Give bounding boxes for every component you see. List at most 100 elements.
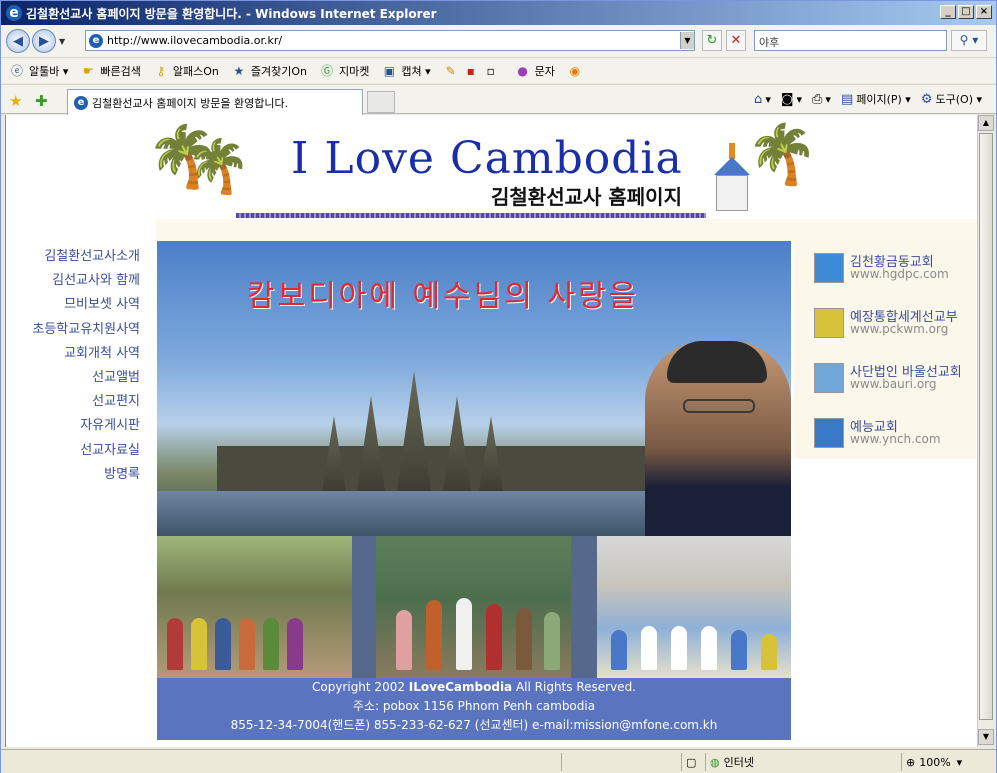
photo-divider bbox=[352, 536, 376, 678]
back-arrow-icon: ◀ bbox=[13, 33, 23, 49]
home-icon: ⌂ bbox=[754, 91, 763, 107]
angkor-temple-image bbox=[217, 356, 647, 491]
nav-item-together[interactable]: 김선교사와 함께 bbox=[6, 269, 140, 293]
refresh-button[interactable]: ↻ bbox=[702, 30, 722, 51]
link-ynch[interactable]: 예능교회 www.ynch.com bbox=[814, 414, 974, 454]
toolbar-item-altoolbar[interactable]: ⓔ 알툴바 ▾ bbox=[9, 63, 68, 79]
site-title: I Love Cambodia bbox=[291, 133, 683, 184]
child-figure bbox=[456, 598, 472, 670]
status-progress bbox=[561, 753, 681, 771]
toolbar-item-gmarket[interactable]: Ⓖ 지마켓 bbox=[319, 63, 369, 79]
history-dropdown-icon[interactable]: ▼ bbox=[59, 37, 65, 46]
child-figure bbox=[701, 626, 717, 670]
scroll-down-icon[interactable]: ▼ bbox=[978, 729, 994, 745]
photo-divider bbox=[571, 536, 597, 678]
nav-item-album[interactable]: 선교앨범 bbox=[6, 366, 140, 390]
nav-item-archive[interactable]: 선교자료실 bbox=[6, 439, 140, 463]
church-icon bbox=[706, 143, 756, 213]
scroll-thumb[interactable] bbox=[979, 133, 993, 720]
page-menu-button[interactable]: ▤ 페이지(P) ▾ bbox=[841, 91, 911, 107]
capture-icon: ▣ bbox=[383, 63, 396, 78]
site-footer: Copyright 2002 ILoveCambodia All Rights … bbox=[157, 678, 791, 740]
classroom-photo bbox=[597, 536, 791, 678]
contact-line[interactable]: 855-12-34-7004(핸드폰) 855-233-62-627 (선교센터… bbox=[157, 716, 791, 735]
window-controls: _ □ × bbox=[940, 5, 992, 19]
temple-tower bbox=[443, 396, 471, 491]
church-body bbox=[716, 175, 748, 211]
rss-icon: ◙ bbox=[780, 91, 794, 107]
child-figure bbox=[215, 618, 231, 670]
brush-icon: ✎ bbox=[445, 63, 456, 78]
hero-image: 캄보디아에 예수님의 사랑을 bbox=[157, 241, 791, 536]
site-header-banner: 🌴 🌴 🌴 I Love Cambodia 김철환선교사 홈페이지 bbox=[146, 121, 818, 219]
home-button[interactable]: ⌂ ▾ bbox=[754, 92, 771, 107]
nav-item-guestbook[interactable]: 방명록 bbox=[6, 463, 140, 487]
address-dropdown-icon[interactable]: ▼ bbox=[680, 32, 694, 49]
link-thumbnail-icon bbox=[814, 253, 844, 283]
nav-item-mvbs-ministry[interactable]: 므비보셋 사역 bbox=[6, 293, 140, 317]
tab-bar: ★ ✚ e 김철환선교사 홈페이지 방문을 환영합니다. ⌂ ▾ ◙ ▾ ⎙ ▾ ▤ 페… bbox=[1, 84, 996, 115]
nav-item-letters[interactable]: 선교편지 bbox=[6, 390, 140, 414]
maximize-button[interactable]: □ bbox=[958, 5, 974, 19]
toolbar-item-options[interactable]: ◉ bbox=[567, 63, 587, 79]
nav-item-board[interactable]: 자유게시판 bbox=[6, 414, 140, 438]
link-bauri[interactable]: 사단법인 바울선교회 www.bauri.org bbox=[814, 359, 974, 399]
zoom-dropdown-icon[interactable]: ▾ bbox=[957, 756, 963, 769]
favorites-star-icon[interactable]: ★ bbox=[9, 92, 22, 110]
close-button[interactable]: × bbox=[976, 5, 992, 19]
toolbar-item-message[interactable]: ● 문자 bbox=[515, 63, 555, 79]
page-viewport: 🌴 🌴 🌴 I Love Cambodia 김철환선교사 홈페이지 김철환선교사… bbox=[5, 115, 977, 747]
child-figure bbox=[239, 618, 255, 670]
scroll-up-icon[interactable]: ▲ bbox=[978, 115, 994, 131]
address-bar[interactable]: e http://www.ilovecambodia.or.kr/ ▼ bbox=[85, 30, 695, 51]
print-button[interactable]: ⎙ ▾ bbox=[812, 92, 831, 107]
search-icon: ⚲ ▾ bbox=[959, 33, 979, 47]
new-tab-button[interactable] bbox=[367, 91, 395, 113]
zoom-icon: ⊕ bbox=[906, 755, 916, 769]
tools-menu-button[interactable]: ⚙ 도구(O) ▾ bbox=[921, 91, 982, 107]
toolbar-item-alpass[interactable]: ⚷ 알패스On bbox=[153, 63, 218, 79]
tab-active[interactable]: e 김철환선교사 홈페이지 방문을 환영합니다. bbox=[67, 89, 363, 115]
child-figure bbox=[396, 610, 412, 670]
refresh-icon: ↻ bbox=[706, 33, 718, 48]
minimize-button[interactable]: _ bbox=[940, 5, 956, 19]
toolbar-item-favorites-on[interactable]: ★ 즐겨찾기On bbox=[231, 63, 307, 79]
nav-item-church-planting[interactable]: 교회개척 사역 bbox=[6, 342, 140, 366]
links-toolbar: ⓔ 알툴바 ▾ ☛ 빠른검색 ⚷ 알패스On ★ 즐겨찾기On Ⓖ 지마켓 ▣ 캡쳐 ▾ ✎… bbox=[1, 57, 996, 83]
search-button[interactable]: ⚲ ▾ bbox=[951, 30, 987, 51]
stop-button[interactable]: ✕ bbox=[726, 30, 746, 51]
add-favorites-icon[interactable]: ✚ bbox=[35, 92, 48, 110]
child-figure bbox=[486, 604, 502, 670]
search-input[interactable]: 야후 bbox=[754, 30, 947, 51]
site-nav: 김철환선교사소개 김선교사와 함께 므비보셋 사역 초등학교유치원사역 교회개척… bbox=[6, 245, 140, 487]
site-subtitle: 김철환선교사 홈페이지 bbox=[491, 185, 682, 209]
zoom-control[interactable]: ⊕ 100% ▾ bbox=[901, 753, 994, 771]
header-divider bbox=[236, 213, 706, 218]
link-thumbnail-icon bbox=[814, 418, 844, 448]
copyright-line: Copyright 2002 ILoveCambodia All Rights … bbox=[311, 680, 636, 694]
save-icon: ▫ bbox=[486, 63, 495, 78]
star-icon: ★ bbox=[233, 63, 245, 78]
hero-caption: 캄보디아에 예수님의 사랑을 bbox=[247, 279, 640, 314]
toolbar-item-tools[interactable]: ✎ ▪ ▫ bbox=[443, 63, 503, 79]
toolbar-item-capture[interactable]: ▣ 캡쳐 ▾ bbox=[381, 63, 431, 79]
child-figure bbox=[167, 618, 183, 670]
toolbar-item-quick-search[interactable]: ☛ 빠른검색 bbox=[80, 63, 141, 79]
link-hgdpc[interactable]: 김천황금동교회 www.hgdpc.com bbox=[814, 249, 974, 289]
address-line: 주소: pobox 1156 Phnom Penh cambodia bbox=[352, 699, 596, 713]
title-bar: e 김철환선교사 홈페이지 방문을 환영합니다. - Windows Inter… bbox=[1, 1, 996, 25]
nav-item-school-ministry[interactable]: 초등학교유치원사역 bbox=[6, 318, 140, 342]
nav-item-intro[interactable]: 김철환선교사소개 bbox=[6, 245, 140, 269]
palm-tree-icon: 🌴 bbox=[186, 137, 251, 197]
link-pckwm[interactable]: 예장통합세계선교부 www.pckwm.org bbox=[814, 304, 974, 344]
missionary-portrait bbox=[645, 341, 791, 536]
status-zone: ◍ 인터넷 bbox=[705, 753, 901, 771]
forward-button[interactable]: ▶ bbox=[32, 29, 56, 53]
globe-icon: ◍ bbox=[710, 755, 720, 769]
feeds-button[interactable]: ◙ ▾ bbox=[781, 92, 802, 107]
temple-tower bbox=[357, 396, 385, 491]
back-button[interactable]: ◀ bbox=[6, 29, 30, 53]
address-url[interactable]: http://www.ilovecambodia.or.kr/ bbox=[107, 34, 680, 47]
content-band bbox=[156, 219, 977, 241]
vertical-scrollbar[interactable]: ▲ ▼ bbox=[977, 115, 994, 747]
